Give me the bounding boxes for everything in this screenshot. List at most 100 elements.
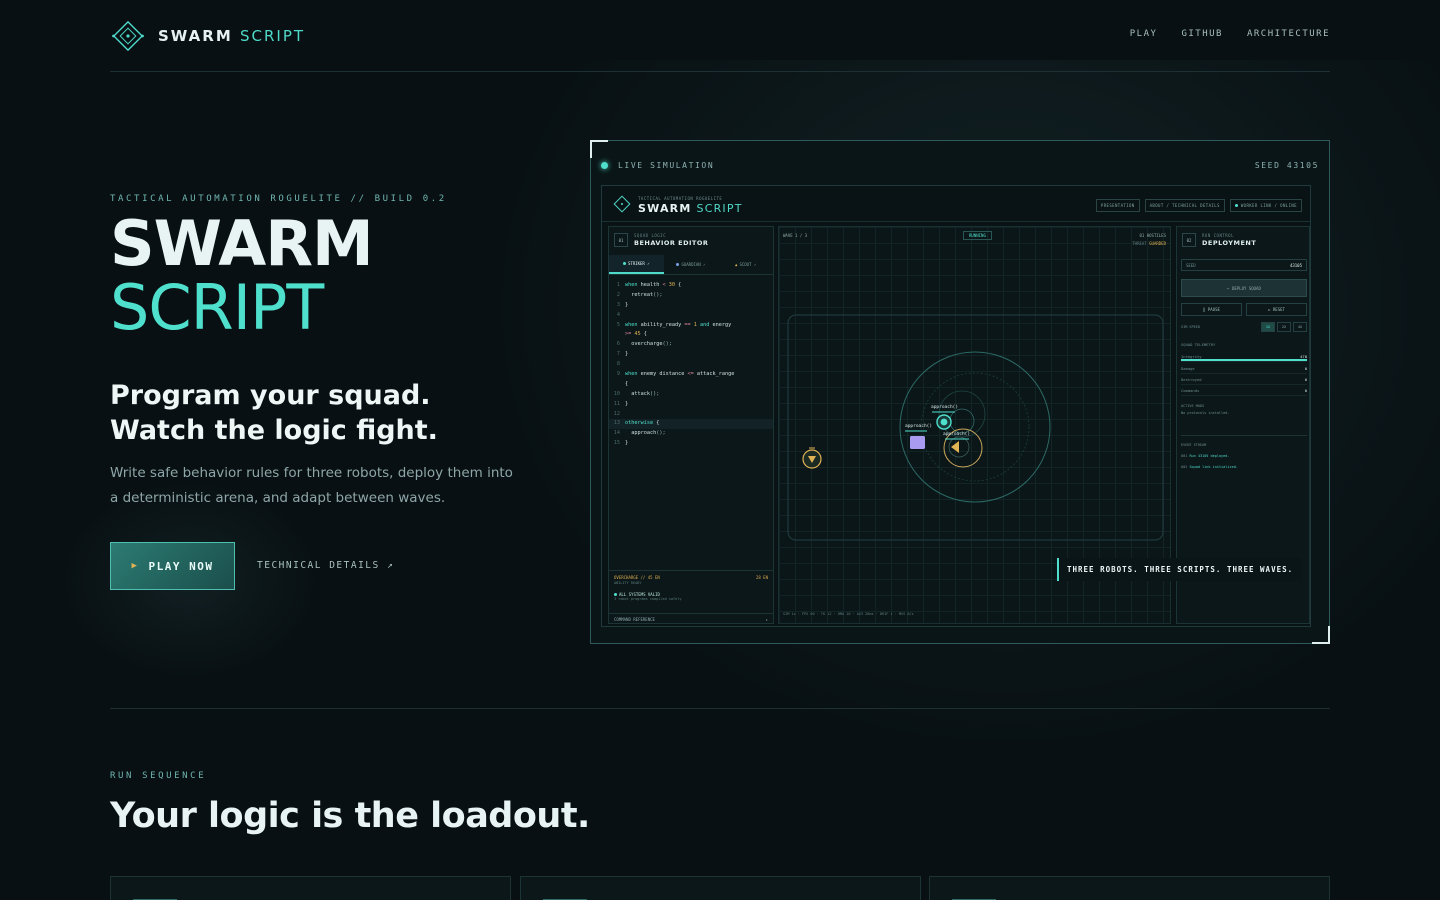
line-number: 2 [616, 291, 620, 298]
code-line[interactable]: 13 otherwise { [609, 419, 773, 430]
line-number: 13 [613, 420, 620, 427]
app-nav-worker-link[interactable]: WORKER LINK / ONLINE [1229, 199, 1302, 212]
line-number: 15 [613, 440, 620, 447]
hero-title-line2: SCRIPT [110, 271, 324, 344]
tab-striker[interactable]: STRIKER ✓ [609, 255, 664, 274]
validation-sub: 3 robot programs compiled safely [614, 597, 682, 601]
line-number [609, 330, 625, 340]
app-nav-about[interactable]: ABOUT / TECHNICAL DETAILS [1144, 199, 1225, 212]
inner-range-ring [920, 372, 1030, 482]
code-line[interactable]: 5 when ability_ready == 1 and energy [609, 321, 773, 331]
code-line[interactable]: >= 45 { [609, 330, 773, 340]
reset-button[interactable]: ↻ RESET [1246, 303, 1307, 316]
app-nav-presentation[interactable]: PRESENTATION [1095, 199, 1140, 212]
striker-dot-icon [622, 262, 626, 265]
telemetry-row: Damage 0 [1181, 363, 1307, 374]
line-number: 7 [616, 351, 620, 358]
panel-subtitle: SQUAD LOGIC [634, 233, 666, 238]
line-number: 14 [613, 430, 620, 437]
code-text: when health < 30 { [625, 282, 682, 288]
line-number [609, 380, 625, 390]
tab-guardian[interactable]: GUARDIAN ✓ [664, 255, 719, 274]
code-line[interactable]: 8 [609, 360, 773, 370]
line-number: 8 [616, 361, 620, 368]
seed-field[interactable]: SEED 43105 [1181, 259, 1307, 271]
deploy-squad-button[interactable]: ← DEPLOY SQUAD [1181, 279, 1307, 297]
code-line[interactable]: 12 [609, 410, 773, 420]
frame-corner-bottom-right [1312, 626, 1330, 644]
code-line[interactable]: 7} [609, 350, 773, 360]
robot-tabs: STRIKER ✓ GUARDIAN ✓ ▲ SCOUT ✓ [609, 255, 773, 275]
sequence-card [110, 876, 511, 900]
striker-core [940, 418, 948, 426]
tagline-banner: THREE ROBOTS. THREE SCRIPTS. THREE WAVES… [1057, 558, 1301, 581]
frame-corner-top-left [590, 140, 608, 158]
code-line[interactable]: 3} [609, 301, 773, 311]
live-dot-icon [601, 162, 608, 169]
command-reference-button[interactable]: COMMAND REFERENCE ▸ [609, 613, 773, 625]
app-title: SWARM SCRIPT [638, 202, 743, 215]
sequence-card [929, 876, 1330, 900]
panel-badge: 02 [1182, 233, 1196, 247]
code-line[interactable]: 1 when health < 30 { [609, 281, 773, 291]
code-line[interactable]: 9 when enemy distance <= attack_range [609, 370, 773, 380]
speed-1x[interactable]: 1X [1261, 322, 1275, 332]
tab-scout[interactable]: ▲ SCOUT ✓ [718, 255, 773, 274]
nav-link-play[interactable]: PLAY [1130, 29, 1158, 39]
line-number: 4 [616, 311, 620, 318]
approach-label-1: approach() [931, 404, 958, 410]
run-sequence-title: Your logic is the loadout. [110, 796, 590, 836]
code-line[interactable]: 10 attack(); [609, 390, 773, 400]
run-status-badge: RUNNING [963, 231, 992, 240]
event-stream: EVENT STREAM 001 Run 43105 deployed. 002… [1181, 435, 1307, 473]
validation-status: ALL SYSTEMS VALID 3 robot programs compi… [614, 592, 682, 601]
wave-counter: WAVE 1 / 3 [783, 233, 808, 238]
hostiles-count: 01 HOSTILES [1139, 233, 1167, 238]
pause-button[interactable]: ‖ PAUSE [1181, 303, 1242, 316]
threat-level: THREAT GUARDED [1132, 241, 1166, 246]
speed-4x[interactable]: 4X [1293, 322, 1307, 332]
valid-dot-icon [614, 593, 617, 596]
panel-subtitle: RUN CONTROL [1202, 233, 1234, 238]
code-editor[interactable]: 1 when health < 30 {2 retreat(); 3} 4 5 when … [609, 281, 773, 449]
event-item: 001 Run 43105 deployed. [1181, 454, 1230, 458]
brand-logo[interactable]: SWARM SCRIPT [110, 18, 305, 54]
code-text: } [625, 400, 629, 407]
code-line[interactable]: 15} [609, 439, 773, 449]
ability-label: OVERCHARGE // 45 EN [614, 575, 660, 580]
nav-links: PLAY GITHUB ARCHITECTURE [1130, 29, 1330, 39]
line-number: 11 [613, 400, 620, 407]
play-now-button[interactable]: ▶ PLAY NOW [110, 542, 235, 590]
diamond-logo-icon [613, 195, 631, 213]
code-line[interactable]: 2 retreat(); [609, 291, 773, 301]
live-label: LIVE SIMULATION [618, 161, 715, 170]
scout-triangle-icon: ▲ [735, 262, 738, 267]
hero-title: SWARM SCRIPT [110, 212, 374, 344]
code-line[interactable]: 14 approach(); [609, 429, 773, 439]
nav-link-architecture[interactable]: ARCHITECTURE [1247, 29, 1330, 39]
ability-status: OVERCHARGE // 45 EN ABILITY READY 28 EN [609, 570, 773, 585]
diamond-logo-icon [112, 20, 144, 52]
nav-link-github[interactable]: GITHUB [1181, 29, 1223, 39]
code-line[interactable]: 6 overcharge(); [609, 340, 773, 350]
telemetry-row: Commands 0 [1181, 385, 1307, 396]
code-line[interactable]: { [609, 380, 773, 390]
code-line[interactable]: 4 [609, 311, 773, 321]
approach-label-2: approach() [905, 423, 932, 429]
code-text: { [625, 380, 629, 387]
code-text: otherwise { [625, 420, 660, 427]
code-line[interactable]: 11} [609, 400, 773, 410]
live-indicator: LIVE SIMULATION [601, 161, 714, 170]
behavior-editor-panel: 01 SQUAD LOGIC BEHAVIOR EDITOR STRIKER ✓… [608, 226, 774, 624]
active-mods: ACTIVE MODS No protocols installed. [1181, 404, 1230, 415]
line-number: 9 [616, 371, 620, 378]
line-number: 6 [616, 341, 620, 348]
telemetry-row: Destroyed 0 [1181, 374, 1307, 385]
line-number: 12 [613, 410, 620, 417]
code-text: retreat(); [625, 291, 663, 298]
speed-2x[interactable]: 2X [1277, 322, 1291, 332]
technical-details-link[interactable]: TECHNICAL DETAILS ↗ [257, 560, 394, 571]
hero-tagline: Program your squad. Watch the logic figh… [110, 380, 438, 446]
ability-sub: ABILITY READY [614, 581, 642, 585]
guardian-dot-icon [676, 263, 680, 266]
